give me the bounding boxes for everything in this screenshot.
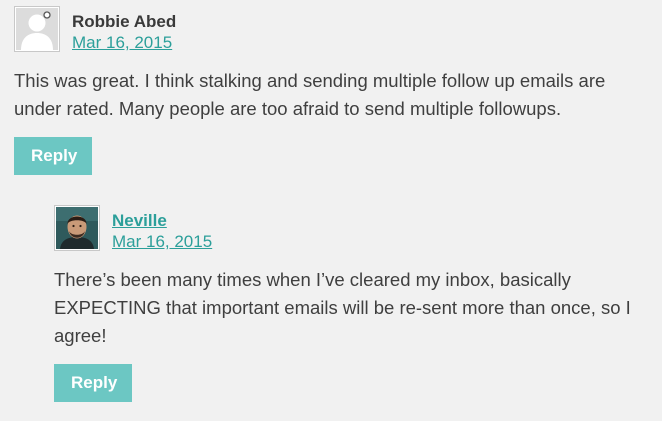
avatar xyxy=(14,6,60,52)
comment-date-link[interactable]: Mar 16, 2015 xyxy=(72,32,176,53)
default-user-avatar-icon xyxy=(16,8,58,50)
comment-text: This was great. I think stalking and sen… xyxy=(14,70,606,119)
author-block: Robbie Abed Mar 16, 2015 xyxy=(72,11,176,53)
comment: Robbie Abed Mar 16, 2015 This was great.… xyxy=(14,6,662,175)
avatar xyxy=(54,205,100,251)
reply-button[interactable]: Reply xyxy=(54,364,132,402)
comment-reply: Neville Mar 16, 2015 There’s been many t… xyxy=(54,205,662,402)
reply-button[interactable]: Reply xyxy=(14,137,92,175)
comment-author: Robbie Abed xyxy=(72,12,177,31)
comment-meta: Robbie Abed Mar 16, 2015 xyxy=(14,6,662,53)
author-block: Neville Mar 16, 2015 xyxy=(112,210,212,252)
comment-date-link[interactable]: Mar 16, 2015 xyxy=(112,231,212,252)
user-photo-icon xyxy=(56,207,98,249)
comment-meta: Neville Mar 16, 2015 xyxy=(54,205,662,252)
comment-author-link[interactable]: Neville xyxy=(112,210,212,231)
comment-text: There’s been many times when I’ve cleare… xyxy=(54,269,631,346)
